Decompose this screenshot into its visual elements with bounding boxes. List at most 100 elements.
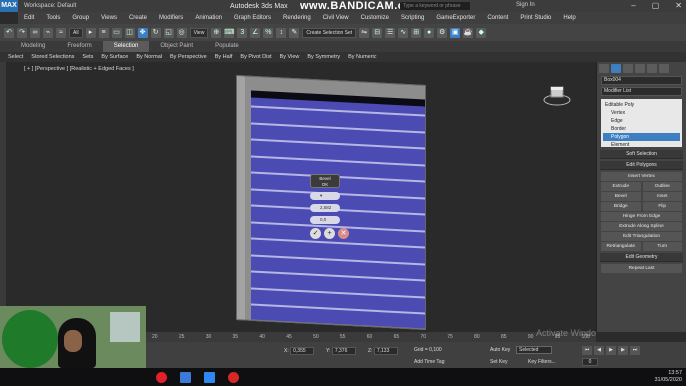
y-value-field[interactable]: 7,376 bbox=[331, 347, 356, 355]
subbar-item-by-pivot-dist[interactable]: By Pivot Dist bbox=[236, 54, 275, 60]
current-frame-field[interactable]: 0 bbox=[582, 358, 598, 366]
maximize-icon[interactable]: ▢ bbox=[652, 0, 660, 12]
scale-icon[interactable]: ◱ bbox=[163, 27, 174, 38]
redo-icon[interactable]: ↷ bbox=[17, 27, 27, 38]
stack-item-polygon[interactable]: Polygon bbox=[603, 133, 680, 141]
tab-populate[interactable]: Populate bbox=[204, 41, 250, 52]
display-tab-icon[interactable] bbox=[647, 64, 657, 73]
menu-item-edit[interactable]: Edit bbox=[18, 15, 40, 21]
align-icon[interactable]: ⊟ bbox=[372, 27, 383, 38]
turn-button[interactable]: Turn bbox=[642, 242, 682, 251]
workspace-selector[interactable]: Workspace: Default bbox=[24, 3, 76, 9]
object-name-field[interactable]: Box004 bbox=[601, 76, 682, 85]
link-icon[interactable]: ∞ bbox=[30, 27, 40, 38]
place-icon[interactable]: ◎ bbox=[176, 27, 187, 38]
subbar-item-stored-selections[interactable]: Stored Selections bbox=[27, 54, 78, 60]
utilities-tab-icon[interactable] bbox=[659, 64, 669, 73]
keyboard-shortcut-icon[interactable]: ⌨ bbox=[224, 27, 234, 38]
menu-item-modifiers[interactable]: Modifiers bbox=[153, 15, 189, 21]
menu-item-print-studio[interactable]: Print Studio bbox=[514, 15, 557, 21]
menu-item-scripting[interactable]: Scripting bbox=[395, 15, 430, 21]
tab-selection[interactable]: Selection bbox=[102, 41, 150, 52]
undo-icon[interactable]: ↶ bbox=[4, 27, 14, 38]
motion-tab-icon[interactable] bbox=[635, 64, 645, 73]
menu-item-create[interactable]: Create bbox=[123, 15, 153, 21]
menu-item-content[interactable]: Content bbox=[481, 15, 514, 21]
render-production-icon[interactable]: ◆ bbox=[476, 27, 487, 38]
menu-item-tools[interactable]: Tools bbox=[40, 15, 66, 21]
menu-item-customize[interactable]: Customize bbox=[355, 15, 395, 21]
app-logo[interactable]: MAX bbox=[0, 0, 18, 12]
stack-item-element[interactable]: Element bbox=[603, 141, 680, 149]
subbar-item-sets[interactable]: Sets bbox=[78, 54, 97, 60]
menu-item-graph-editors[interactable]: Graph Editors bbox=[228, 15, 277, 21]
cancel-x-icon[interactable]: ✕ bbox=[338, 228, 349, 239]
bevel-type-field[interactable]: ▾ bbox=[310, 192, 340, 200]
signin-link[interactable]: Sign In bbox=[516, 2, 535, 8]
window-crossing-icon[interactable]: ◫ bbox=[124, 27, 135, 38]
tab-object-paint[interactable]: Object Paint bbox=[149, 41, 204, 52]
play-icon[interactable]: ▶ bbox=[606, 346, 616, 355]
close-icon[interactable]: ✕ bbox=[675, 0, 682, 12]
move-icon[interactable]: ✥ bbox=[137, 27, 148, 38]
tab-freeform[interactable]: Freeform bbox=[56, 41, 102, 52]
edit-polygons-rollout[interactable]: Edit Polygons bbox=[600, 161, 683, 170]
rectangle-selection-icon[interactable]: ▭ bbox=[111, 27, 122, 38]
go-to-end-icon[interactable]: ⏭ bbox=[630, 346, 640, 355]
apply-plus-icon[interactable]: + bbox=[324, 228, 335, 239]
snap-icon[interactable]: 3 bbox=[237, 27, 248, 38]
opera-icon[interactable] bbox=[156, 372, 167, 383]
render-icon[interactable]: ☕ bbox=[463, 27, 474, 38]
extrude-along-spline-button[interactable]: Extrude Along Spline bbox=[601, 222, 682, 231]
inset-button[interactable]: Inset bbox=[642, 192, 682, 201]
bridge-button[interactable]: Bridge bbox=[601, 202, 641, 211]
x-value-field[interactable]: 0,355 bbox=[290, 347, 315, 355]
windows-icon[interactable] bbox=[180, 372, 191, 383]
modify-tab-icon[interactable] bbox=[611, 64, 621, 73]
spinner-snap-icon[interactable]: ↕ bbox=[276, 27, 287, 38]
stack-item-border[interactable]: Border bbox=[603, 125, 680, 133]
viewcube-icon[interactable] bbox=[542, 84, 572, 106]
bevel-button[interactable]: Bevel bbox=[601, 192, 641, 201]
retriangulate-button[interactable]: Retriangulate bbox=[601, 242, 641, 251]
system-tray-clock[interactable]: 13:57 31/05/2020 bbox=[654, 370, 682, 384]
unlink-icon[interactable]: ⌁ bbox=[43, 27, 53, 38]
pivot-icon[interactable]: ⊕ bbox=[211, 27, 222, 38]
auto-key-button[interactable]: Auto Key bbox=[490, 347, 510, 353]
selection-filter-dropdown[interactable]: All bbox=[69, 27, 83, 38]
max-taskbar-icon[interactable] bbox=[204, 372, 215, 383]
material-editor-icon[interactable]: ● bbox=[424, 27, 435, 38]
angle-snap-icon[interactable]: ∠ bbox=[250, 27, 261, 38]
bevel-outline-field[interactable]: 0,0 bbox=[310, 216, 340, 224]
ok-check-icon[interactable]: ✓ bbox=[310, 228, 321, 239]
z-value-field[interactable]: 7,133 bbox=[373, 347, 398, 355]
perspective-viewport[interactable]: [ + ] [Perspective ] [Realistic + Edged … bbox=[6, 62, 596, 332]
menu-item-group[interactable]: Group bbox=[66, 15, 95, 21]
set-key-button[interactable]: Set Key bbox=[490, 359, 508, 365]
viewport-label[interactable]: [ + ] [Perspective ] [Realistic + Edged … bbox=[24, 66, 134, 72]
subbar-item-by-perspective[interactable]: By Perspective bbox=[166, 54, 211, 60]
menu-item-civil-view[interactable]: Civil View bbox=[317, 15, 355, 21]
flip-button[interactable]: Flip bbox=[642, 202, 682, 211]
modifier-list-dropdown[interactable]: Modifier List bbox=[601, 87, 682, 96]
menu-item-views[interactable]: Views bbox=[95, 15, 123, 21]
bind-space-warp-icon[interactable]: ≈ bbox=[56, 27, 66, 38]
subbar-item-by-half[interactable]: By Half bbox=[211, 54, 237, 60]
menu-item-gameexporter[interactable]: GameExporter bbox=[430, 15, 481, 21]
extrude-button[interactable]: Extrude bbox=[601, 182, 641, 191]
reference-coord-dropdown[interactable]: View bbox=[189, 27, 209, 38]
menu-item-rendering[interactable]: Rendering bbox=[277, 15, 317, 21]
subbar-item-select[interactable]: Select bbox=[4, 54, 27, 60]
edit-named-selection-icon[interactable]: ✎ bbox=[289, 27, 300, 38]
minimize-icon[interactable]: – bbox=[631, 0, 635, 12]
percent-snap-icon[interactable]: % bbox=[263, 27, 274, 38]
subbar-item-by-normal[interactable]: By Normal bbox=[132, 54, 166, 60]
schematic-view-icon[interactable]: ⊞ bbox=[411, 27, 422, 38]
bandicam-icon[interactable] bbox=[228, 372, 239, 383]
repeat-last-button[interactable]: Repeat Last bbox=[601, 264, 682, 273]
subbar-item-by-surface[interactable]: By Surface bbox=[97, 54, 132, 60]
select-by-name-icon[interactable]: ≡ bbox=[98, 27, 109, 38]
add-time-tag[interactable]: Add Time Tag bbox=[414, 359, 444, 365]
stack-item-vertex[interactable]: Vertex bbox=[603, 109, 680, 117]
soft-selection-rollout[interactable]: Soft Selection bbox=[600, 150, 683, 159]
